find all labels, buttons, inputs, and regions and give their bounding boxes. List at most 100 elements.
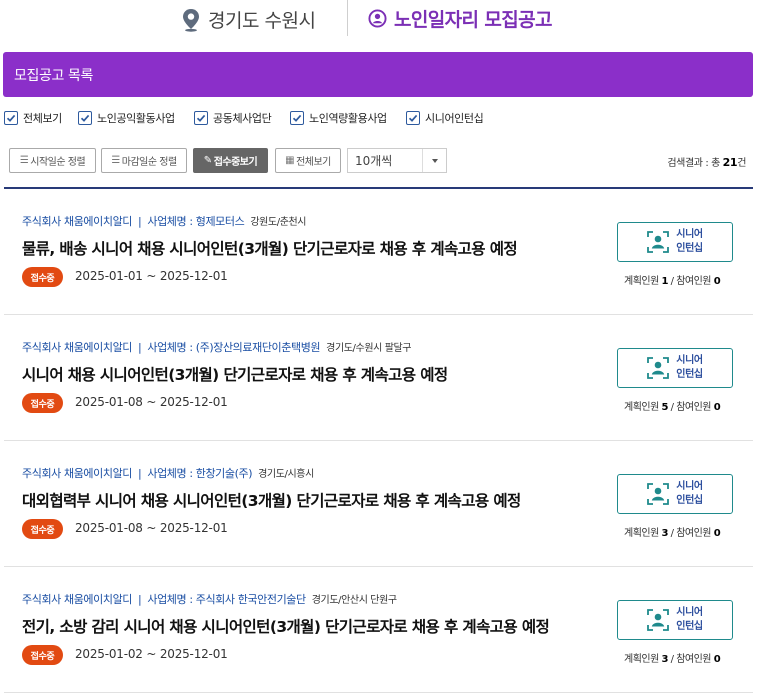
planned-label: 계획인원 (624, 402, 659, 413)
recruit-counts: 계획인원 5 / 참여인원 0 (624, 402, 721, 413)
planned-count: 5 (661, 402, 669, 413)
person-frame-icon (647, 357, 670, 379)
joined-count: 0 (713, 528, 721, 539)
job-period: 2025-01-01 ~ 2025-12-01 (75, 269, 228, 283)
list-icon: ☰ (19, 155, 29, 166)
page-size-value: 10개씩 (355, 154, 393, 168)
status-badge: 접수중 (22, 519, 63, 539)
button-label: 시작일순 정렬 (30, 157, 86, 168)
job-list-item[interactable]: 주식회사 채움에이치알디 | 사업체명 : 한창기술(주) 경기도/시흥시 대외협력부… (4, 441, 753, 567)
list-header-bar: 모집공고 목록 (3, 52, 753, 97)
job-title[interactable]: 물류, 배송 시니어 채용 시니어인턴(3개월) 단기근로자로 채용 후 계속고… (22, 237, 518, 259)
planned-count: 3 (661, 528, 669, 539)
job-period: 2025-01-08 ~ 2025-12-01 (75, 521, 228, 535)
location-selector[interactable]: 경기도 수원시 (181, 6, 316, 33)
filter-senior-internship[interactable]: 시니어인턴십 (406, 110, 484, 126)
job-list-item[interactable]: 주식회사 채움에이치알디 | 사업체명 : 형제모터스 강원도/춘천시 물류, 배송 … (4, 189, 753, 315)
list-icon: ☰ (111, 155, 120, 166)
person-circle-icon (368, 9, 387, 28)
joined-count: 0 (713, 276, 721, 287)
job-region: 경기도/시흥시 (258, 469, 314, 480)
company-name[interactable]: 주식회사 채움에이치알디 (22, 467, 132, 480)
checkbox-checked-icon[interactable] (406, 111, 420, 125)
recruit-counts: 계획인원 1 / 참여인원 0 (624, 276, 721, 287)
status-badge: 접수중 (22, 267, 63, 287)
status-badge: 접수중 (22, 645, 63, 665)
company-name[interactable]: 주식회사 채움에이치알디 (22, 341, 132, 354)
map-pin-icon (183, 8, 199, 32)
filter-senior-capacity[interactable]: 노인역량활용사업 (290, 110, 387, 126)
location-label: 경기도 수원시 (208, 10, 316, 32)
page-title-text: 노인일자리 모집공고 (394, 9, 553, 31)
job-region: 강원도/춘천시 (250, 217, 307, 228)
search-result-count: 검색결과 : 총 21건 (667, 154, 746, 169)
person-frame-icon (647, 231, 670, 253)
filter-community-business[interactable]: 공동체사업단 (194, 110, 272, 126)
job-region: 경기도/수원시 팔달구 (326, 343, 412, 354)
job-meta: 주식회사 채움에이치알디 | 사업체명 : (주)장산의료재단이춘택병원 경기도/수원… (22, 341, 412, 354)
joined-label: 참여인원 (676, 276, 712, 287)
senior-internship-button[interactable]: 시니어 인턴십 (617, 348, 733, 388)
pencil-icon: ✎ (203, 155, 212, 166)
job-title[interactable]: 시니어 채용 시니어인턴(3개월) 단기근로자로 채용 후 계속고용 예정 (22, 363, 448, 385)
recruit-counts: 계획인원 3 / 참여인원 0 (624, 528, 721, 539)
joined-label: 참여인원 (676, 402, 712, 413)
workplace-name[interactable]: 사업체명 : 한창기술(주) (147, 467, 252, 480)
filter-label: 노인공익활동사업 (97, 112, 175, 125)
button-label: 전체보기 (296, 157, 331, 168)
checkbox-checked-icon[interactable] (78, 111, 92, 125)
show-all-button[interactable]: ▦ 전체보기 (275, 148, 341, 173)
recruit-counts: 계획인원 3 / 참여인원 0 (624, 654, 721, 665)
filter-label: 노인역량활용사업 (309, 112, 387, 125)
filter-label: 시니어인턴십 (425, 112, 484, 125)
planned-label: 계획인원 (624, 654, 659, 665)
checkbox-checked-icon[interactable] (290, 111, 304, 125)
top-header: 경기도 수원시 노인일자리 모집공고 (0, 0, 758, 38)
company-name[interactable]: 주식회사 채움에이치알디 (22, 215, 132, 228)
joined-label: 참여인원 (676, 528, 712, 539)
job-meta: 주식회사 채움에이치알디 | 사업체명 : 한창기술(주) 경기도/시흥시 (22, 467, 314, 480)
workplace-name[interactable]: 사업체명 : 형제모터스 (147, 215, 244, 228)
page-title: 노인일자리 모집공고 (368, 5, 553, 32)
company-name[interactable]: 주식회사 채움에이치알디 (22, 593, 132, 606)
filter-all[interactable]: 전체보기 (4, 110, 62, 126)
filter-label: 공동체사업단 (213, 112, 272, 125)
type-label: 시니어 인턴십 (676, 607, 703, 632)
page-size-select[interactable]: 10개씩 (347, 148, 447, 173)
job-meta: 주식회사 채움에이치알디 | 사업체명 : 주식회사 한국안전기술단 경기도/안산시 … (22, 593, 397, 606)
job-title[interactable]: 대외협력부 시니어 채용 시니어인턴(3개월) 단기근로자로 채용 후 계속고용… (22, 489, 521, 511)
show-accepting-button[interactable]: ✎ 접수중보기 (193, 148, 268, 173)
senior-internship-button[interactable]: 시니어 인턴십 (617, 600, 733, 640)
planned-count: 1 (661, 276, 669, 287)
result-count: 21 (722, 156, 738, 169)
senior-internship-button[interactable]: 시니어 인턴십 (617, 222, 733, 262)
workplace-name[interactable]: 사업체명 : 주식회사 한국안전기술단 (147, 593, 306, 606)
filter-label: 전체보기 (23, 112, 62, 125)
joined-count: 0 (713, 402, 721, 413)
job-list-item[interactable]: 주식회사 채움에이치알디 | 사업체명 : (주)장산의료재단이춘택병원 경기도/수원… (4, 315, 753, 441)
button-label: 접수중보기 (213, 157, 258, 168)
planned-label: 계획인원 (624, 276, 659, 287)
job-period: 2025-01-02 ~ 2025-12-01 (75, 647, 228, 661)
job-meta: 주식회사 채움에이치알디 | 사업체명 : 형제모터스 강원도/춘천시 (22, 215, 307, 228)
chevron-down-icon[interactable] (422, 149, 446, 172)
person-frame-icon (647, 483, 670, 505)
sort-by-start-button[interactable]: ☰ 시작일순 정렬 (9, 148, 96, 173)
checkbox-checked-icon[interactable] (4, 111, 18, 125)
list-header-title: 모집공고 목록 (14, 68, 93, 84)
workplace-name[interactable]: 사업체명 : (주)장산의료재단이춘택병원 (147, 341, 320, 354)
person-frame-icon (647, 609, 670, 631)
joined-label: 참여인원 (676, 654, 712, 665)
filter-senior-public-activity[interactable]: 노인공익활동사업 (78, 110, 175, 126)
type-label: 시니어 인턴십 (676, 229, 703, 254)
job-list-item[interactable]: 주식회사 채움에이치알디 | 사업체명 : 주식회사 한국안전기술단 경기도/안산시 … (4, 567, 753, 693)
checkbox-checked-icon[interactable] (194, 111, 208, 125)
job-title[interactable]: 전기, 소방 감리 시니어 채용 시니어인턴(3개월) 단기근로자로 채용 후 … (22, 615, 550, 637)
planned-count: 3 (661, 654, 669, 665)
sort-by-deadline-button[interactable]: ☰ 마감일순 정렬 (101, 148, 187, 173)
senior-internship-button[interactable]: 시니어 인턴십 (617, 474, 733, 514)
header-divider (347, 0, 348, 36)
job-period: 2025-01-08 ~ 2025-12-01 (75, 395, 228, 409)
result-prefix: 검색결과 : 총 (667, 158, 723, 169)
grid-icon: ▦ (285, 155, 295, 166)
